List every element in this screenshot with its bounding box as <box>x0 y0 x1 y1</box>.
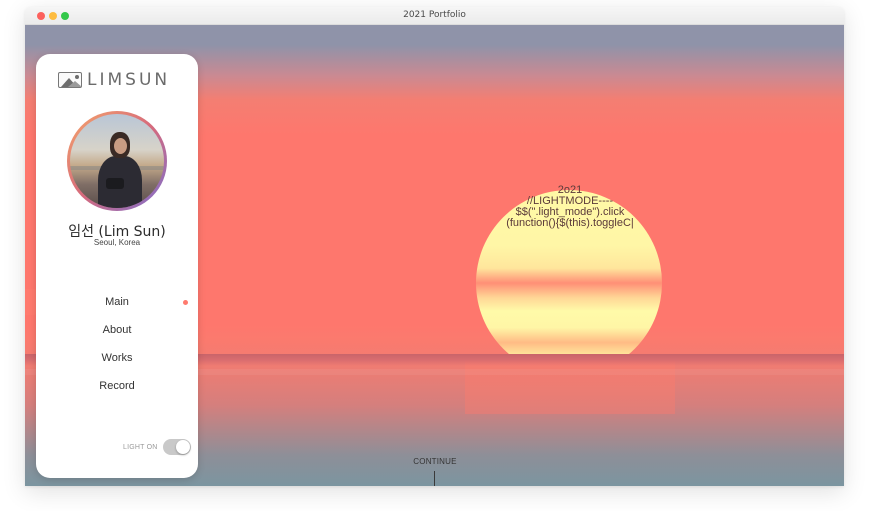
profile-photo <box>70 114 164 208</box>
active-dot-icon <box>183 300 188 305</box>
nav-item-label: About <box>102 324 132 336</box>
code-line: (function(){$(this).toggleC| <box>506 217 634 229</box>
image-icon <box>58 72 82 88</box>
light-mode-toggle[interactable] <box>163 439 191 455</box>
profile-location: Seoul, Korea <box>93 238 141 247</box>
nav-item-works[interactable]: Works <box>36 351 198 379</box>
browser-window: 2021 Portfolio 2o21 //LIGHTMODE---- $$("… <box>25 7 844 486</box>
logo-text: LIMSUN <box>87 70 171 90</box>
sidebar: LIMSUN 임선 (Lim Sun) Seoul, Korea Main Ab… <box>36 54 198 478</box>
logo[interactable]: LIMSUN <box>58 69 170 91</box>
toggle-knob <box>176 440 190 454</box>
code-text-overlay: 2o21 //LIGHTMODE---- $$(".light_mode").c… <box>465 185 675 243</box>
nav-item-main[interactable]: Main <box>36 295 198 323</box>
nav-item-label: Main <box>105 296 129 308</box>
sidebar-nav: Main About Works Record <box>36 295 198 407</box>
avatar <box>67 111 167 211</box>
continue-button[interactable]: CONTINUE <box>385 457 485 466</box>
nav-item-about[interactable]: About <box>36 323 198 351</box>
nav-item-label: Record <box>99 380 135 392</box>
title-bar: 2021 Portfolio <box>25 7 844 25</box>
sunset-scene: 2o21 //LIGHTMODE---- $$(".light_mode").c… <box>25 25 844 486</box>
scroll-indicator-line <box>434 471 435 486</box>
nav-item-record[interactable]: Record <box>36 379 198 407</box>
nav-item-label: Works <box>101 352 133 364</box>
window-title: 2021 Portfolio <box>403 10 466 20</box>
light-mode-label: LIGHT ON <box>123 444 158 451</box>
